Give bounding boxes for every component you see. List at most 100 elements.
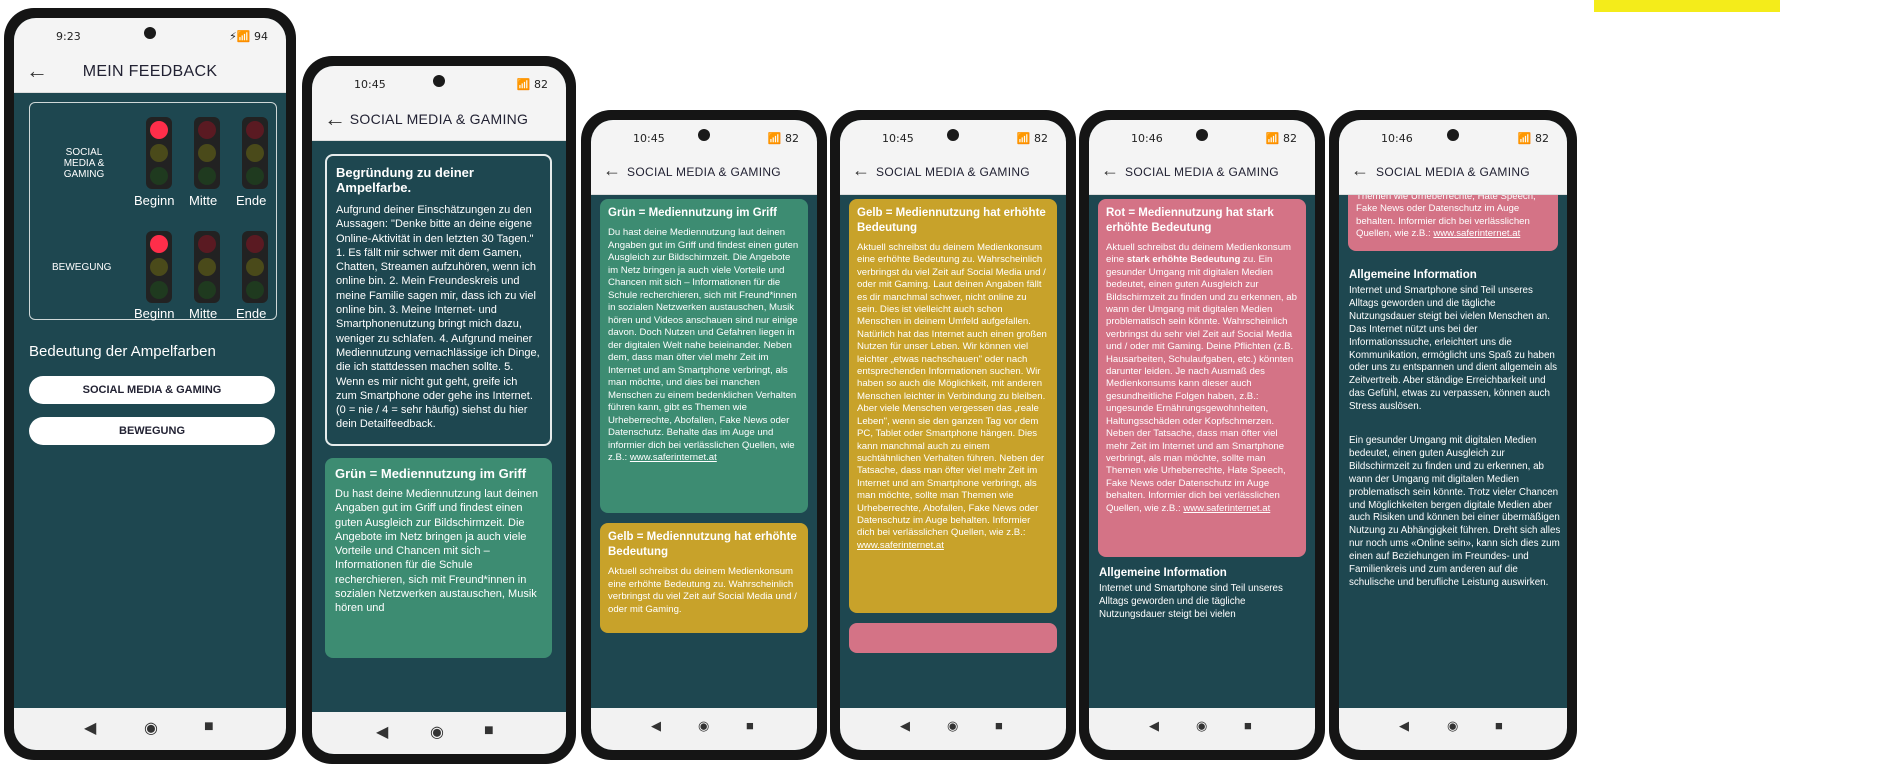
section-heading: Bedeutung der Ampelfarben	[29, 343, 216, 360]
status-bar: 9:23 ⚡📶 94	[14, 18, 286, 52]
camera-dot	[1447, 129, 1459, 141]
battery-icon: 📶 82	[1517, 132, 1549, 145]
saferinternet-link[interactable]: www.saferinternet.at	[1433, 228, 1520, 239]
status-bar: 10:45 📶 82	[312, 66, 566, 100]
saferinternet-link[interactable]: www.saferinternet.at	[630, 452, 717, 463]
back-nav-icon[interactable]: ◀	[1399, 718, 1409, 734]
nav-bar: ◀ ◉ ■	[14, 708, 286, 750]
status-bar: 10:45 📶 82	[840, 120, 1066, 154]
content: Themen wie Urheberrechte, Hate Speech, F…	[1339, 195, 1567, 708]
traffic-light-social-ende	[242, 117, 268, 189]
battery-icon: 📶 82	[1265, 132, 1297, 145]
pink-card: Rot = Mediennutzung hat stark erhöhte Be…	[1098, 199, 1306, 557]
info-text: Internet und Smartphone sind Teil unsere…	[1099, 583, 1283, 620]
page-title: SOCIAL MEDIA & GAMING	[349, 111, 529, 127]
status-time: 9:23	[56, 30, 81, 43]
recents-nav-icon[interactable]: ■	[484, 722, 494, 740]
traffic-light-social-beginn	[146, 117, 172, 189]
reason-box: Begründung zu deiner Ampelfarbe. Aufgrun…	[325, 154, 552, 446]
app-bar: ← SOCIAL MEDIA & GAMING	[1339, 154, 1567, 195]
camera-dot	[144, 27, 156, 39]
social-label: SOCIAL MEDIA & GAMING	[63, 147, 105, 180]
home-nav-icon[interactable]: ◉	[947, 718, 958, 734]
card-text: Du hast deine Mediennutzung laut deinen …	[335, 488, 539, 615]
phone-1: 9:23 ⚡📶 94 ← MEIN FEEDBACK SOCIAL MEDIA &…	[4, 8, 296, 760]
info-text: Ein gesunder Umgang mit digitalen Medien…	[1349, 435, 1561, 588]
nav-bar: ◀ ◉ ■	[1089, 708, 1315, 750]
battery-icon: 📶 82	[1016, 132, 1048, 145]
social-media-gaming-button[interactable]: SOCIAL MEDIA & GAMING	[29, 376, 275, 404]
phone-3: 10:45 📶 82 ← SOCIAL MEDIA & GAMING Grün …	[581, 110, 827, 760]
screen: 10:45 📶 82 ← SOCIAL MEDIA & GAMING Begrü…	[312, 66, 566, 754]
traffic-light-bewegung-ende	[242, 231, 268, 303]
camera-dot	[947, 129, 959, 141]
screen: 10:46 📶 82 ← SOCIAL MEDIA & GAMING Rot =…	[1089, 120, 1315, 750]
saferinternet-link[interactable]: www.saferinternet.at	[1183, 503, 1270, 514]
recents-nav-icon[interactable]: ■	[995, 718, 1003, 733]
home-nav-icon[interactable]: ◉	[698, 718, 709, 734]
home-nav-icon[interactable]: ◉	[144, 718, 158, 738]
back-nav-icon[interactable]: ◀	[84, 718, 96, 738]
traffic-light-bewegung-beginn	[146, 231, 172, 303]
status-time: 10:46	[1131, 132, 1163, 145]
yellow-card: Gelb = Mediennutzung hat erhöhte Bedeutu…	[600, 523, 808, 633]
page-title: SOCIAL MEDIA & GAMING	[1376, 165, 1530, 179]
screen: 10:45 📶 82 ← SOCIAL MEDIA & GAMING Gelb …	[840, 120, 1066, 750]
page-title: SOCIAL MEDIA & GAMING	[876, 165, 1030, 179]
nav-bar: ◀ ◉ ■	[1339, 708, 1567, 750]
reason-text: Aufgrund deiner Einschätzungen zu den Au…	[336, 204, 540, 431]
home-nav-icon[interactable]: ◉	[430, 722, 444, 742]
traffic-light-bewegung-mitte	[194, 231, 220, 303]
back-nav-icon[interactable]: ◀	[1149, 718, 1159, 734]
col-label: Beginn	[134, 306, 175, 321]
home-nav-icon[interactable]: ◉	[1447, 718, 1458, 734]
content: Rot = Mediennutzung hat stark erhöhte Be…	[1089, 195, 1315, 708]
app-bar: ← SOCIAL MEDIA & GAMING	[591, 154, 817, 195]
back-nav-icon[interactable]: ◀	[651, 718, 661, 734]
home-nav-icon[interactable]: ◉	[1196, 718, 1207, 734]
content: Begründung zu deiner Ampelfarbe. Aufgrun…	[312, 141, 566, 712]
highlight-marker	[1594, 0, 1780, 12]
status-time: 10:45	[633, 132, 665, 145]
screen: 9:23 ⚡📶 94 ← MEIN FEEDBACK SOCIAL MEDIA &…	[14, 18, 286, 750]
card-text: Aktuell schreibst du deinem Medienkonsum…	[857, 242, 1047, 551]
phone-5: 10:46 📶 82 ← SOCIAL MEDIA & GAMING Rot =…	[1079, 110, 1325, 760]
back-nav-icon[interactable]: ◀	[900, 718, 910, 734]
app-bar: ← MEIN FEEDBACK	[14, 52, 286, 93]
page-title: SOCIAL MEDIA & GAMING	[1125, 165, 1279, 179]
content: Gelb = Mediennutzung hat erhöhte Bedeutu…	[840, 195, 1066, 708]
phone-4: 10:45 📶 82 ← SOCIAL MEDIA & GAMING Gelb …	[830, 110, 1076, 760]
col-label: Ende	[236, 193, 267, 208]
camera-dot	[1196, 129, 1208, 141]
status-time: 10:46	[1381, 132, 1413, 145]
recents-nav-icon[interactable]: ■	[1244, 718, 1252, 733]
card-text: Du hast deine Mediennutzung laut deinen …	[608, 227, 799, 463]
recents-nav-icon[interactable]: ■	[1495, 718, 1503, 733]
back-nav-icon[interactable]: ◀	[376, 722, 388, 742]
status-bar: 10:46 📶 82	[1089, 120, 1315, 154]
screen: 10:45 📶 82 ← SOCIAL MEDIA & GAMING Grün …	[591, 120, 817, 750]
col-label: Mitte	[189, 306, 218, 321]
recents-nav-icon[interactable]: ■	[204, 718, 214, 736]
col-label: Beginn	[134, 193, 175, 208]
info-text: Internet und Smartphone sind Teil unsere…	[1349, 285, 1558, 413]
recents-nav-icon[interactable]: ■	[746, 718, 754, 733]
card-title: Grün = Mediennutzung im Griff	[608, 207, 777, 219]
status-time: 10:45	[354, 78, 386, 91]
green-card: Grün = Mediennutzung im Griff Du hast de…	[600, 199, 808, 513]
nav-bar: ◀ ◉ ■	[840, 708, 1066, 750]
status-bar: 10:45 📶 82	[591, 120, 817, 154]
camera-dot	[433, 75, 445, 87]
app-bar: ← SOCIAL MEDIA & GAMING	[840, 154, 1066, 195]
traffic-light-social-mitte	[194, 117, 220, 189]
card-text: Themen wie Urheberrechte, Hate Speech, F…	[1356, 195, 1536, 240]
battery-icon: 📶 82	[767, 132, 799, 145]
saferinternet-link[interactable]: www.saferinternet.at	[857, 540, 944, 551]
card-text: Aktuell schreibst du deinem Medienkonsum…	[608, 566, 797, 615]
bewegung-button[interactable]: BEWEGUNG	[29, 417, 275, 445]
info-title: Allgemeine Information	[1099, 567, 1227, 579]
card-title: Gelb = Mediennutzung hat erhöhte Bedeutu…	[857, 207, 1046, 234]
battery-icon: 📶 82	[516, 78, 548, 91]
pink-card-peek	[849, 623, 1057, 653]
nav-bar: ◀ ◉ ■	[591, 708, 817, 750]
